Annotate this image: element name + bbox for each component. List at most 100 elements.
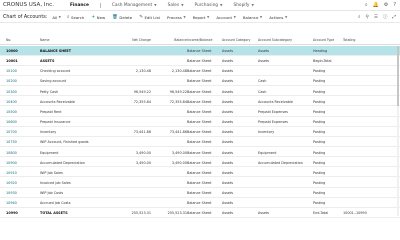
table-row[interactable]: 10930 WIP Job Costs Balance Sheet Assets Pos… <box>0 188 400 198</box>
col-account-category-cell: Assets <box>222 89 234 94</box>
list-view-icon[interactable]: ☰ <box>374 15 378 20</box>
table-row[interactable]: 10001 ASSETS Balance Sheet Assets Assets Begi… <box>0 56 400 66</box>
col-no-cell[interactable]: 10300 <box>6 90 17 94</box>
table-row[interactable]: 10750 WIP Account, Finished goods Balance … <box>0 137 400 148</box>
col-no-cell[interactable]: 10600 <box>6 120 17 124</box>
table-row[interactable]: 10990 TOTAL ASSETS 255,523.31 255,523.31 Bal… <box>0 208 400 219</box>
chevron-down-icon: ▼ <box>183 15 186 19</box>
col-net-change-cell[interactable]: 2,130.48 <box>136 69 151 73</box>
col-no-cell[interactable]: 10200 <box>6 79 17 83</box>
col-balance-cell[interactable]: 72,355.84 <box>170 100 187 104</box>
col-account-subcategory-cell: Cash <box>258 89 267 94</box>
col-name-cell: Prepaid Insurance <box>40 120 71 125</box>
col-no-cell[interactable]: 10900 <box>6 161 17 165</box>
col-income-balance-cell: Balance Sheet <box>187 160 212 165</box>
col-account-subcategory-header[interactable]: Account Subcategory <box>258 38 292 42</box>
col-no-cell[interactable]: 10700 <box>6 130 17 134</box>
col-name-cell: TOTAL ASSETS <box>40 211 68 216</box>
col-no-cell[interactable]: 10400 <box>6 100 17 104</box>
col-name-cell: Accounts Receivable <box>40 99 75 104</box>
col-no-cell[interactable]: 10990 <box>6 211 18 215</box>
table-row[interactable]: 10100 Checking account 2,130.48 2,130.48 Bal… <box>0 66 400 76</box>
col-no-cell[interactable]: 10100 <box>6 69 17 73</box>
info-icon[interactable]: ⓘ <box>383 15 388 20</box>
col-no-cell[interactable]: 10910 <box>6 171 17 175</box>
edit-list-icon: ✎ <box>139 14 143 20</box>
col-net-change-cell[interactable]: 96,549.22 <box>134 90 151 94</box>
scrollbar-thumb[interactable] <box>397 46 399 106</box>
nav-separator <box>99 2 101 8</box>
search-icon[interactable]: ⌕ <box>358 15 361 20</box>
col-net-change-cell[interactable]: 73,441.86 <box>134 130 151 134</box>
col-account-type-header[interactable]: Account Type <box>313 38 334 42</box>
table-row[interactable]: 10700 Inventory 73,441.86 73,441.86 Balance … <box>0 127 400 137</box>
col-no-cell[interactable]: 10920 <box>6 181 17 185</box>
col-no-cell[interactable]: 10750 <box>6 140 17 144</box>
col-no-cell[interactable]: 10500 <box>6 110 17 114</box>
col-no-cell[interactable]: 10001 <box>6 59 18 63</box>
process-button[interactable]: Process ▼ <box>167 14 186 20</box>
col-net-change-cell[interactable]: 3,490.00 <box>136 151 151 155</box>
col-name-cell: Checking account <box>40 69 71 74</box>
actions-button[interactable]: Actions ▼ <box>269 14 287 20</box>
table-row[interactable]: 10800 Equipment 3,490.00 3,490.00 Balance Sh… <box>0 148 400 158</box>
search-icon[interactable]: ⌕ <box>365 2 368 8</box>
col-name-header[interactable]: Name <box>40 38 49 42</box>
col-balance-cell[interactable]: 2,130.48 <box>172 69 187 73</box>
col-net-change-cell[interactable]: 72,355.84 <box>134 100 151 104</box>
table-row[interactable]: 10900 Accumulated Depreciation 3,490.00 3,4… <box>0 158 400 168</box>
col-balance-cell[interactable]: 96,549.22 <box>170 90 187 94</box>
table-row[interactable]: 10200 Saving account Balance Sheet Assets Ca… <box>0 76 400 87</box>
chevron-down-icon: ▼ <box>251 3 254 7</box>
col-balance-header[interactable]: Balance <box>174 38 187 42</box>
action-label: Report <box>192 14 206 20</box>
delete-button[interactable]: 🗑 Delete <box>112 14 132 20</box>
company-name[interactable]: CRONUS USA, Inc. <box>0 2 60 8</box>
nav-item-cash-management[interactable]: Cash Management ▼ <box>112 3 157 8</box>
col-no-header[interactable]: No. <box>6 38 11 42</box>
table-row[interactable]: 10500 Prepaid Rent Balance Sheet Assets Prep… <box>0 107 400 117</box>
col-net-change-cell[interactable]: 255,523.31 <box>132 211 151 215</box>
col-net-change-cell[interactable]: 3,490.00 <box>136 161 151 165</box>
view-filter[interactable]: All ▼ <box>52 15 61 20</box>
bell-icon[interactable]: 🔔 <box>373 2 379 8</box>
col-balance-cell[interactable]: 3,490.00 <box>172 151 187 155</box>
col-balance-cell[interactable]: 3,490.00 <box>172 161 187 165</box>
nav-item-sales[interactable]: Sales ▼ <box>168 3 184 8</box>
col-balance-cell[interactable]: 73,441.86 <box>170 130 187 134</box>
new-button[interactable]: + New <box>91 14 105 20</box>
balance-button[interactable]: Balance ▼ <box>243 14 262 20</box>
search-button[interactable]: ⌕ Search <box>66 14 84 21</box>
col-net-change-header[interactable]: Net Change <box>132 38 151 42</box>
nav-item-shopify[interactable]: Shopify ▼ <box>233 3 253 8</box>
gear-icon[interactable]: ⚙ <box>384 2 388 8</box>
col-no-cell[interactable]: 10000 <box>6 49 18 53</box>
table-row[interactable]: 10600 Prepaid Insurance Balance Sheet Asset… <box>0 117 400 127</box>
filter-icon[interactable]: ⚲ <box>366 15 369 20</box>
help-icon[interactable]: ? <box>393 2 396 8</box>
table-row[interactable]: 10910 WIP Job Sales Balance Sheet Assets Pos… <box>0 168 400 178</box>
edit-list-button[interactable]: ✎ Edit List <box>139 14 160 20</box>
search-icon: ⌕ <box>66 15 70 20</box>
table-row[interactable]: 10400 Accounts Receivable 72,355.84 72,355.… <box>0 97 400 107</box>
col-account-category-cell: Assets <box>222 160 234 165</box>
col-balance-cell[interactable]: 255,523.31 <box>168 211 187 215</box>
scrollbar[interactable] <box>397 46 399 216</box>
col-no-cell[interactable]: 10930 <box>6 191 17 195</box>
nav-item-purchasing[interactable]: Purchasing ▼ <box>195 3 223 8</box>
col-account-category-cell: Assets <box>222 201 234 206</box>
report-button[interactable]: Report ▼ <box>193 14 210 20</box>
table-row[interactable]: 10300 Petty Cash 96,549.22 96,549.22 Balance… <box>0 87 400 97</box>
col-no-cell[interactable]: 10940 <box>6 201 17 205</box>
col-account-type-cell: Posting <box>313 89 326 94</box>
col-totaling-header[interactable]: Totaling <box>343 38 355 42</box>
expand-icon[interactable]: ⤢ <box>392 15 396 20</box>
col-account-category-header[interactable]: Account Category <box>222 38 250 42</box>
table-row[interactable]: 10000 BALANCE SHEET Balance Sheet Assets Ass… <box>0 46 400 56</box>
col-income-balance-header[interactable]: Income/Balance <box>187 38 213 42</box>
col-no-cell[interactable]: 10800 <box>6 151 17 155</box>
nav-item-finance[interactable]: Finance <box>70 3 89 8</box>
account-button[interactable]: Account ▼ <box>216 14 236 20</box>
table-row[interactable]: 10940 Accrued Job Costs Balance Sheet Asset… <box>0 198 400 208</box>
table-row[interactable]: 10920 Invoiced Job Sales Balance Sheet Asse… <box>0 178 400 188</box>
